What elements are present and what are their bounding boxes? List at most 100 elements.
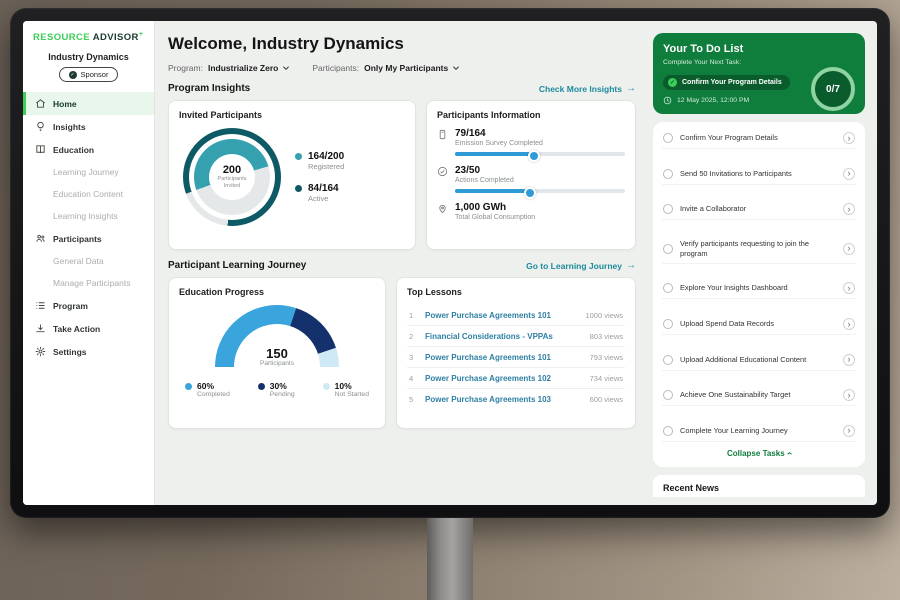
sidebar: RESOURCE ADVISOR+ Industry Dynamics ✓ Sp… <box>23 21 155 505</box>
task-checkbox-icon[interactable] <box>663 426 673 436</box>
sidebar-item-education[interactable]: Education <box>23 138 154 161</box>
program-dropdown-value: Industrialize Zero <box>208 63 278 73</box>
task-checkbox-icon[interactable] <box>663 244 673 254</box>
main-content: Welcome, Industry Dynamics Program: Indu… <box>155 21 649 505</box>
task-checkbox-icon[interactable] <box>663 283 673 293</box>
check-more-insights-link[interactable]: Check More Insights → <box>539 83 636 94</box>
background: RESOURCE ADVISOR+ Industry Dynamics ✓ Sp… <box>0 0 900 600</box>
sidebar-item-program[interactable]: Program <box>23 294 154 317</box>
sidebar-item-manage-participants[interactable]: Manage Participants <box>23 272 154 294</box>
invited-legend: 164/200 Registered 84/164 Active <box>295 151 344 203</box>
participants-filter: Participants: Only My Participants <box>312 63 460 73</box>
collapse-tasks-button[interactable]: Collapse Tasks› <box>662 442 856 463</box>
task-chevron-icon[interactable]: › <box>843 354 855 366</box>
todo-panel: Your To Do List Complete Your Next Task:… <box>649 21 877 505</box>
lesson-link[interactable]: Power Purchase Agreements 102 <box>425 374 582 383</box>
recent-news-card[interactable]: Recent News <box>653 475 865 497</box>
arrow-right-icon: → <box>626 260 636 271</box>
todo-task[interactable]: Verify participants requesting to join t… <box>662 235 856 264</box>
clock-icon <box>663 96 672 105</box>
task-chevron-icon[interactable]: › <box>843 425 855 437</box>
sidebar-item-label: Insights <box>53 122 86 132</box>
lesson-views: 793 views <box>590 353 623 362</box>
task-chevron-icon[interactable]: › <box>843 243 855 255</box>
consumption-icon <box>437 203 448 214</box>
donut-center: 200 Participants Invited <box>209 154 255 200</box>
participants-dropdown[interactable]: Only My Participants <box>364 63 460 73</box>
sidebar-item-label: Learning Journey <box>53 167 119 177</box>
donut-center-value: 200 <box>223 164 241 176</box>
task-checkbox-icon[interactable] <box>663 204 673 214</box>
todo-task[interactable]: Complete Your Learning Journey › <box>662 421 856 442</box>
sidebar-item-label: Program <box>53 301 88 311</box>
todo-task[interactable]: Upload Additional Educational Content › <box>662 350 856 371</box>
lesson-link[interactable]: Power Purchase Agreements 103 <box>425 395 582 404</box>
todo-task[interactable]: Confirm Your Program Details › <box>662 128 856 149</box>
program-insights-header: Program Insights Check More Insights → <box>168 83 636 94</box>
task-checkbox-icon[interactable] <box>663 355 673 365</box>
task-label: Confirm Your Program Details <box>680 133 836 143</box>
home-icon <box>35 98 46 109</box>
sidebar-item-learning-journey[interactable]: Learning Journey <box>23 161 154 183</box>
info-progress-fill <box>455 189 533 193</box>
sidebar-item-participants[interactable]: Participants <box>23 227 154 250</box>
task-checkbox-icon[interactable] <box>663 390 673 400</box>
sidebar-item-insights[interactable]: Insights <box>23 115 154 138</box>
sidebar-item-settings[interactable]: Settings <box>23 340 154 363</box>
monitor-bezel: RESOURCE ADVISOR+ Industry Dynamics ✓ Sp… <box>10 8 890 518</box>
sidebar-item-take-action[interactable]: Take Action <box>23 317 154 340</box>
next-task-pill[interactable]: ✓ Confirm Your Program Details <box>663 75 790 90</box>
sidebar-item-home[interactable]: Home <box>23 92 154 115</box>
learning-journey-header: Participant Learning Journey Go to Learn… <box>168 260 636 271</box>
donut-center-label: Participants Invited <box>209 176 255 190</box>
lesson-link[interactable]: Power Purchase Agreements 101 <box>425 353 582 362</box>
chevron-up-icon: › <box>784 452 795 455</box>
legend-completed: 60% Completed <box>185 381 230 398</box>
lesson-rank: 2 <box>409 332 417 341</box>
top-lessons-card: Top Lessons 1Power Purchase Agreements 1… <box>396 277 636 429</box>
legend-pending: 30% Pending <box>258 381 295 398</box>
todo-task[interactable]: Send 50 Invitations to Participants› <box>662 164 856 185</box>
task-chevron-icon[interactable]: › <box>843 168 855 180</box>
task-checkbox-icon[interactable] <box>663 169 673 179</box>
people-icon <box>35 233 46 244</box>
task-chevron-icon[interactable]: › <box>843 318 855 330</box>
todo-task[interactable]: Achieve One Sustainability Target› <box>662 385 856 406</box>
todo-task-list: Confirm Your Program Details›Send 50 Inv… <box>662 128 856 442</box>
sponsor-badge-label: Sponsor <box>81 70 109 79</box>
lesson-rank: 3 <box>409 353 417 362</box>
lesson-views: 803 views <box>590 332 623 341</box>
org-name: Industry Dynamics <box>23 52 154 62</box>
education-progress-card: Education Progress 150 Participants <box>168 277 386 429</box>
sidebar-item-learning-insights[interactable]: Learning Insights <box>23 205 154 227</box>
gauge-center-value: 150 <box>266 347 288 360</box>
go-to-learning-journey-link[interactable]: Go to Learning Journey → <box>526 260 636 271</box>
task-label: Complete Your Learning Journey <box>680 426 836 436</box>
todo-task[interactable]: Invite a Collaborator › <box>662 199 856 220</box>
survey-icon <box>437 129 448 140</box>
lesson-rank: 4 <box>409 374 417 383</box>
education-gauge-chart: 150 Participants <box>215 305 339 367</box>
program-dropdown[interactable]: Industrialize Zero <box>208 63 290 73</box>
sidebar-item-label: General Data <box>53 256 104 266</box>
task-chevron-icon[interactable]: › <box>843 203 855 215</box>
check-icon: ✓ <box>668 78 677 87</box>
todo-task[interactable]: Upload Spend Data Records› <box>662 314 856 335</box>
lesson-link[interactable]: Financial Considerations - VPPAs <box>425 332 582 341</box>
sponsor-badge[interactable]: ✓ Sponsor <box>59 67 119 82</box>
task-checkbox-icon[interactable] <box>663 133 673 143</box>
task-chevron-icon[interactable]: › <box>843 282 855 294</box>
list-icon <box>35 300 46 311</box>
sidebar-item-education-content[interactable]: Education Content <box>23 183 154 205</box>
recent-news-title: Recent News <box>663 483 719 493</box>
task-label: Upload Additional Educational Content <box>680 355 836 365</box>
task-chevron-icon[interactable]: › <box>843 132 855 144</box>
sidebar-item-general-data[interactable]: General Data <box>23 250 154 272</box>
task-label: Invite a Collaborator <box>680 204 836 214</box>
logo-resource: RESOURCE <box>33 32 90 43</box>
todo-task[interactable]: Explore Your Insights Dashboard› <box>662 278 856 299</box>
insights-cards-row: Invited Participants 200 Participants In… <box>168 100 636 250</box>
task-checkbox-icon[interactable] <box>663 319 673 329</box>
lesson-link[interactable]: Power Purchase Agreements 101 <box>425 311 577 320</box>
task-chevron-icon[interactable]: › <box>843 389 855 401</box>
